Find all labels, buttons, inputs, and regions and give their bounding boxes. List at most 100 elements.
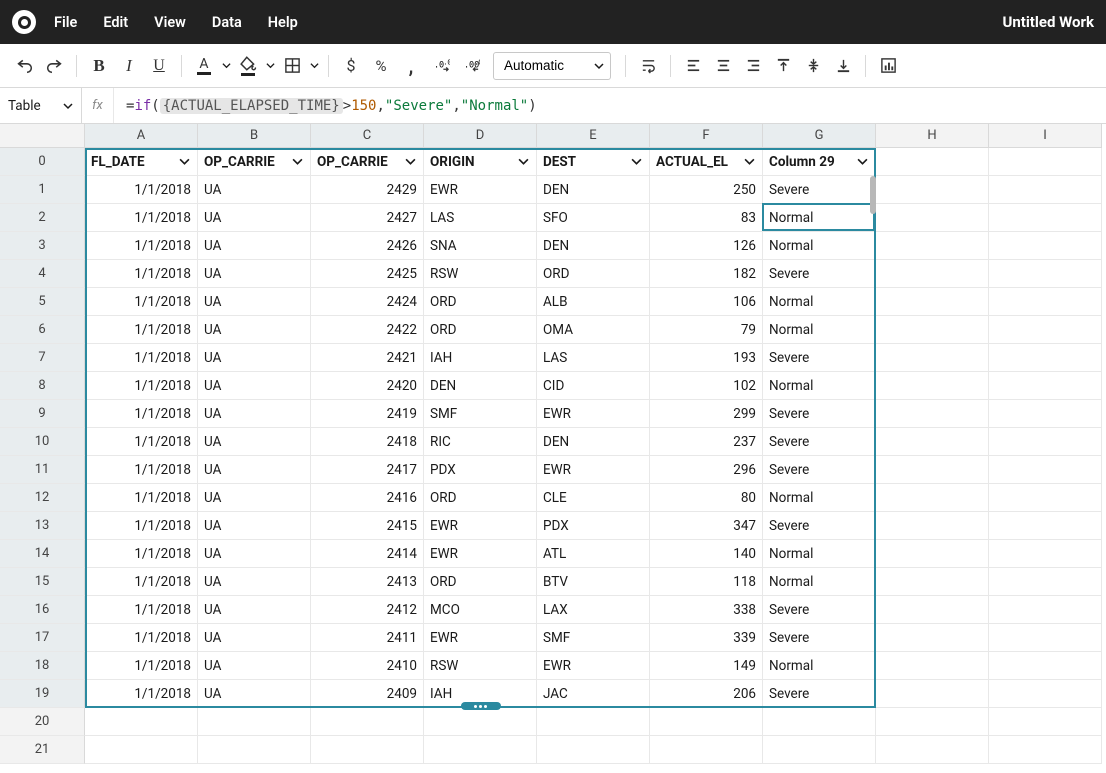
table-header-cell[interactable]: ORIGIN [424, 148, 537, 176]
cell[interactable] [85, 736, 198, 764]
fill-color-button[interactable] [234, 52, 262, 80]
cell[interactable]: 1/1/2018 [85, 260, 198, 288]
cell[interactable]: EWR [424, 512, 537, 540]
cell[interactable]: 2416 [311, 484, 424, 512]
cell[interactable] [876, 652, 989, 680]
borders-button[interactable] [278, 52, 306, 80]
row-header[interactable]: 14 [0, 540, 85, 568]
decrease-decimal-button[interactable] [457, 52, 485, 80]
cell[interactable] [989, 708, 1102, 736]
row-header[interactable]: 21 [0, 736, 85, 764]
cell[interactable] [989, 400, 1102, 428]
cell[interactable]: 1/1/2018 [85, 232, 198, 260]
column-header[interactable]: H [876, 124, 989, 148]
column-header[interactable]: B [198, 124, 311, 148]
column-filter-chevron[interactable] [629, 156, 643, 167]
row-header[interactable]: 4 [0, 260, 85, 288]
cell[interactable]: 1/1/2018 [85, 316, 198, 344]
cell[interactable] [876, 708, 989, 736]
cell[interactable] [198, 708, 311, 736]
row-header[interactable]: 1 [0, 176, 85, 204]
cell[interactable]: ORD [424, 316, 537, 344]
cell[interactable]: 1/1/2018 [85, 484, 198, 512]
cell[interactable] [876, 540, 989, 568]
cell[interactable]: PDX [424, 456, 537, 484]
cell[interactable]: EWR [537, 400, 650, 428]
cell[interactable]: 1/1/2018 [85, 372, 198, 400]
table-header-cell[interactable]: OP_CARRIE [198, 148, 311, 176]
cell[interactable]: Normal [763, 540, 876, 568]
cell[interactable]: UA [198, 176, 311, 204]
cell[interactable] [876, 428, 989, 456]
cell[interactable] [876, 596, 989, 624]
cell[interactable]: 126 [650, 232, 763, 260]
menu-file[interactable]: File [54, 14, 77, 31]
cell[interactable]: 2424 [311, 288, 424, 316]
cell[interactable] [989, 372, 1102, 400]
cell[interactable] [989, 176, 1102, 204]
row-header[interactable]: 18 [0, 652, 85, 680]
cell[interactable]: EWR [424, 624, 537, 652]
table-header-cell[interactable]: Column 29 [763, 148, 876, 176]
cell[interactable]: 193 [650, 344, 763, 372]
select-all-corner[interactable] [0, 124, 85, 148]
cell[interactable] [989, 232, 1102, 260]
row-header[interactable]: 9 [0, 400, 85, 428]
cell[interactable] [763, 736, 876, 764]
name-box[interactable]: Table [0, 88, 82, 123]
cell[interactable] [876, 400, 989, 428]
cell[interactable]: 1/1/2018 [85, 176, 198, 204]
undo-button[interactable] [10, 52, 38, 80]
cell[interactable]: Normal [763, 484, 876, 512]
cell[interactable] [537, 708, 650, 736]
cell[interactable]: 338 [650, 596, 763, 624]
cell[interactable]: 2426 [311, 232, 424, 260]
cell[interactable]: 83 [650, 204, 763, 232]
cell[interactable] [650, 736, 763, 764]
menu-help[interactable]: Help [268, 14, 298, 31]
cell[interactable]: Normal [763, 232, 876, 260]
cell[interactable]: BTV [537, 568, 650, 596]
table-header-cell[interactable]: ACTUAL_EL [650, 148, 763, 176]
cell[interactable]: 237 [650, 428, 763, 456]
row-header[interactable]: 0 [0, 148, 85, 176]
cell[interactable]: DEN [424, 372, 537, 400]
column-filter-chevron[interactable] [403, 156, 417, 167]
cell[interactable]: Normal [763, 316, 876, 344]
cell[interactable]: Severe [763, 260, 876, 288]
cell[interactable]: OMA [537, 316, 650, 344]
cell[interactable]: 2417 [311, 456, 424, 484]
text-color-button[interactable]: A [190, 52, 218, 80]
cell[interactable] [989, 456, 1102, 484]
cell[interactable]: EWR [424, 176, 537, 204]
cell[interactable]: LAS [537, 344, 650, 372]
row-header[interactable]: 16 [0, 596, 85, 624]
text-color-caret[interactable] [220, 61, 232, 70]
column-filter-chevron[interactable] [177, 156, 191, 167]
cell[interactable] [424, 736, 537, 764]
cell[interactable] [876, 344, 989, 372]
cell[interactable]: UA [198, 232, 311, 260]
align-left-button[interactable] [679, 52, 707, 80]
cell[interactable]: 2425 [311, 260, 424, 288]
thousands-button[interactable]: , [397, 52, 425, 80]
cell[interactable]: ORD [424, 288, 537, 316]
cell[interactable]: UA [198, 540, 311, 568]
cell[interactable]: Severe [763, 344, 876, 372]
cell[interactable]: 2429 [311, 176, 424, 204]
cell[interactable]: 1/1/2018 [85, 204, 198, 232]
cell[interactable] [989, 148, 1102, 176]
column-filter-chevron[interactable] [516, 156, 530, 167]
cell[interactable]: PDX [537, 512, 650, 540]
row-header[interactable]: 19 [0, 680, 85, 708]
cell[interactable]: UA [198, 568, 311, 596]
row-header[interactable]: 13 [0, 512, 85, 540]
cell[interactable]: SFO [537, 204, 650, 232]
cell[interactable] [989, 260, 1102, 288]
cell[interactable]: CLE [537, 484, 650, 512]
cell[interactable] [537, 736, 650, 764]
cell[interactable] [876, 512, 989, 540]
percent-button[interactable]: % [367, 52, 395, 80]
increase-decimal-button[interactable] [427, 52, 455, 80]
number-format-select[interactable]: Automatic [493, 52, 611, 80]
